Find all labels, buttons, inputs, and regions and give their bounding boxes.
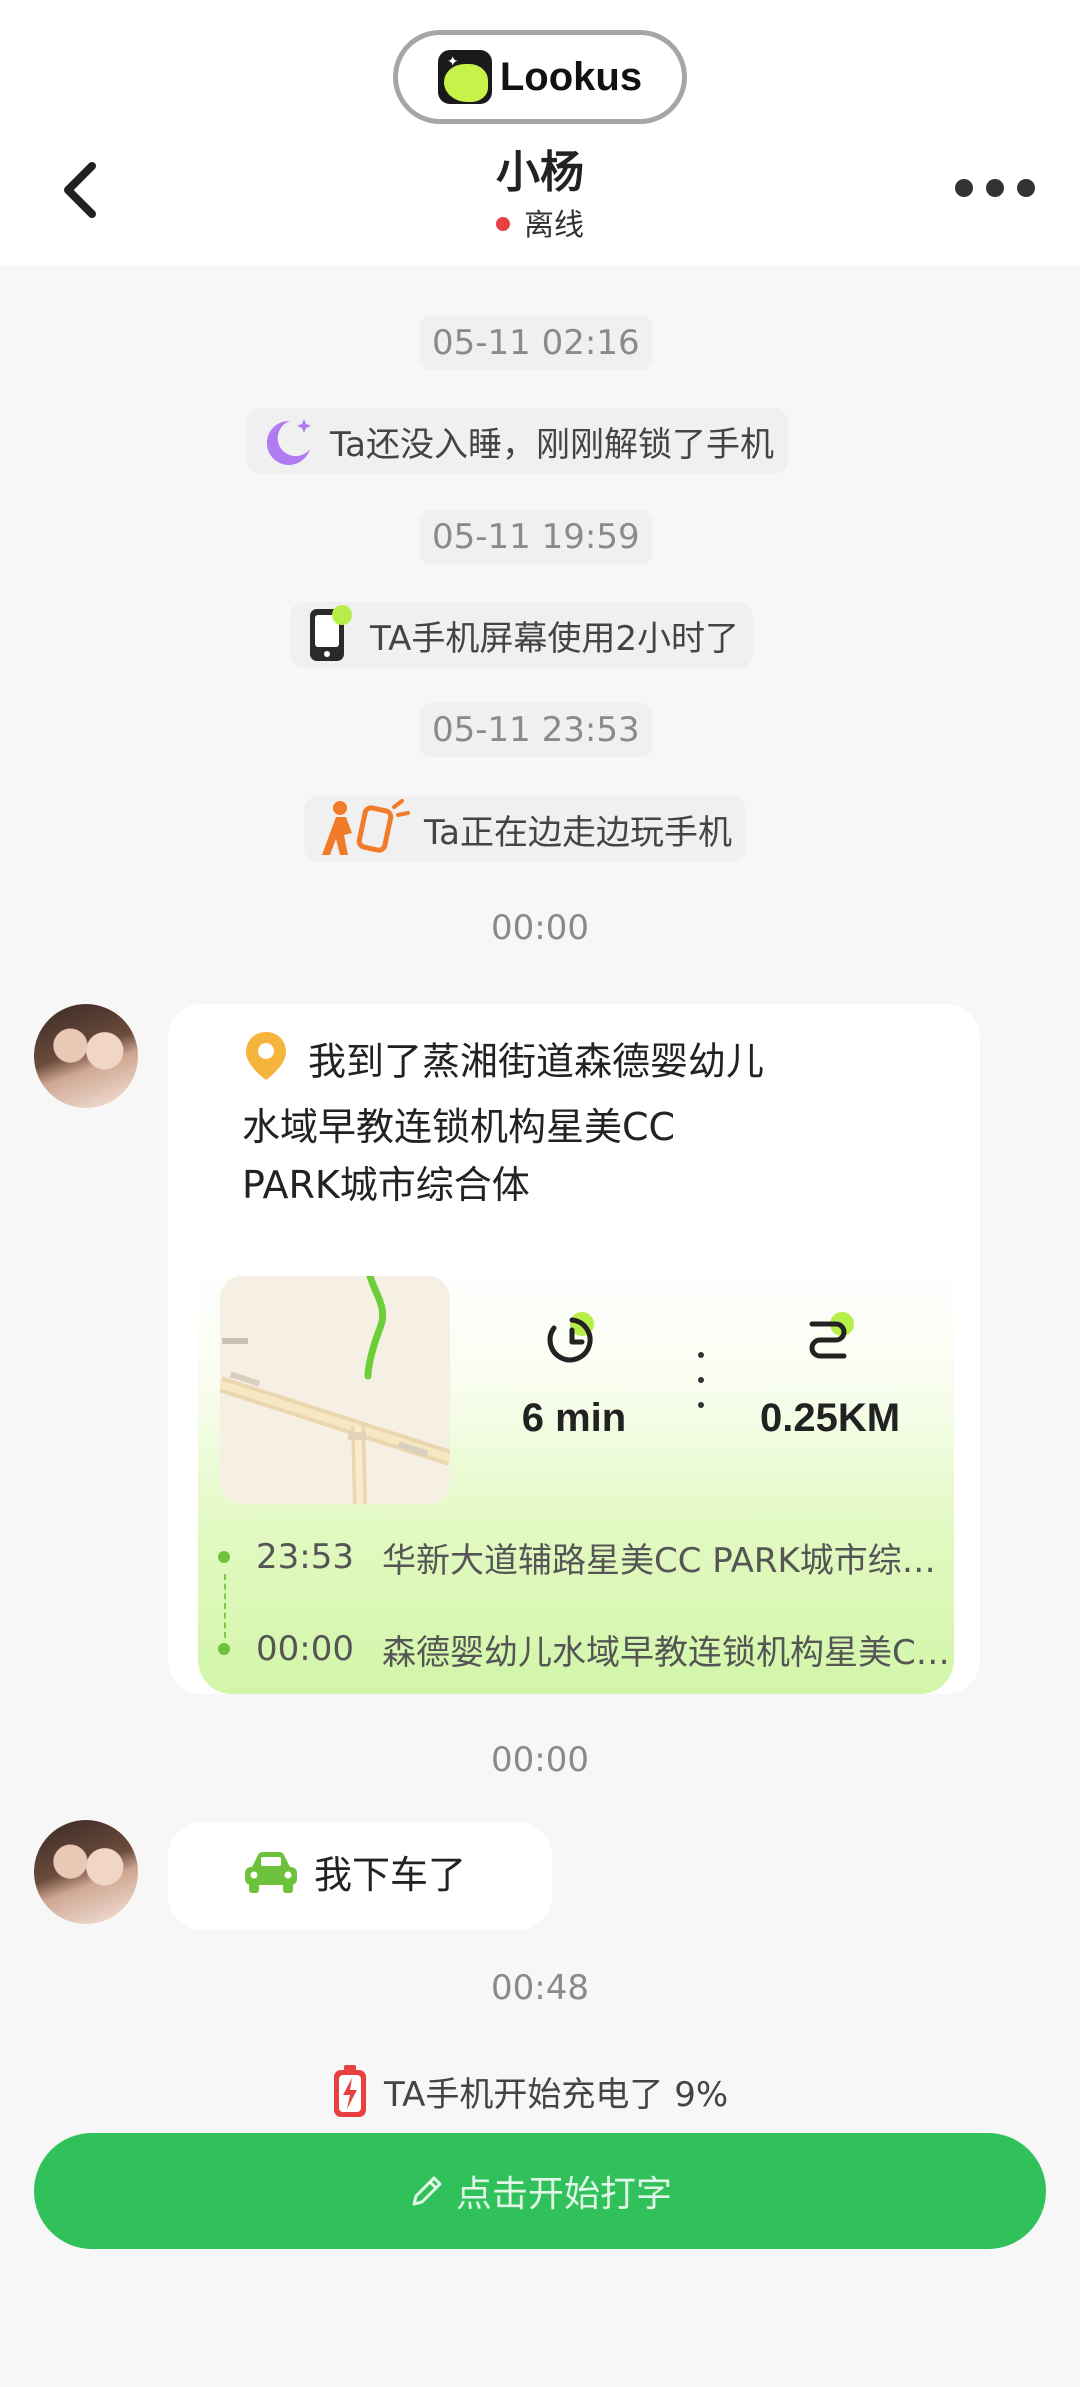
distance-value: 0.25KM — [759, 1396, 901, 1440]
pencil-icon — [412, 2176, 442, 2206]
event-chip-screen: TA手机屏幕使用2小时了 — [290, 602, 754, 668]
timestamp-chip: 05-11 23:53 — [420, 703, 652, 757]
event-text: Ta还没入睡，刚刚解锁了手机 — [330, 424, 774, 465]
event-chip-sleep: Ta还没入睡，刚刚解锁了手机 — [246, 408, 788, 474]
more-dot — [955, 179, 973, 197]
walking-phone-icon — [322, 799, 410, 855]
location-text-line: 我到了蒸湘街道森德婴幼儿 — [308, 1039, 765, 1084]
lookus-logo-icon: ✦ — [437, 50, 492, 104]
route-end-time: 00:00 — [256, 1629, 354, 1669]
event-chip-walking: Ta正在边走边玩手机 — [304, 796, 746, 862]
location-pin-icon — [246, 1032, 286, 1080]
route-end-dot-icon — [218, 1643, 230, 1655]
event-chip-charging: TA手机开始充电了 9% — [316, 2058, 742, 2124]
more-dot — [986, 179, 1004, 197]
stat-divider — [698, 1352, 704, 1408]
route-map-thumbnail[interactable] — [220, 1276, 450, 1504]
more-dot — [1017, 179, 1035, 197]
brand-name: Lookus — [499, 54, 643, 99]
offline-dot-icon — [496, 216, 510, 231]
event-text: TA手机屏幕使用2小时了 — [370, 618, 740, 659]
more-options-button[interactable] — [955, 170, 1035, 206]
battery-charging-icon — [334, 2065, 366, 2117]
event-text: TA手机开始充电了 9% — [384, 2074, 729, 2115]
route-end-place: 森德婴幼儿水域早教连锁机构星美CC PARK城市综合体 — [382, 1632, 958, 1673]
route-end-row: 00:00 森德婴幼儿水域早教连锁机构星美CC PARK城市综合体 — [218, 1624, 958, 1674]
location-text-line: 水域早教连锁机构星美CC — [242, 1105, 676, 1149]
car-message-content: 我下车了 — [242, 1844, 466, 1899]
event-text: Ta正在边走边玩手机 — [424, 812, 732, 853]
status-label: 离线 — [524, 208, 584, 243]
moon-icon — [266, 419, 311, 465]
route-start-time: 23:53 — [256, 1537, 354, 1577]
message-time: 00:00 — [491, 1740, 589, 1780]
car-icon — [245, 1851, 297, 1893]
brand-pill[interactable]: ✦ Lookus — [393, 30, 687, 124]
phone-screen-icon — [310, 605, 352, 661]
timestamp-chip: 05-11 02:16 — [420, 316, 652, 370]
location-text-line: PARK城市综合体 — [242, 1163, 530, 1207]
timestamp-chip: 05-11 19:59 — [420, 510, 652, 564]
location-message-text: 我到了蒸湘街道森德婴幼儿 水域早教连锁机构星美CC PARK城市综合体 — [242, 1030, 802, 1214]
start-typing-button[interactable]: 点击开始打字 — [34, 2133, 1046, 2249]
route-start-dot-icon — [218, 1551, 230, 1563]
avatar[interactable] — [34, 1820, 138, 1924]
duration-value: 6 min — [521, 1396, 627, 1440]
route-distance-icon — [809, 1312, 854, 1359]
car-message-text: 我下车了 — [314, 1853, 467, 1897]
chat-header: ✦ Lookus 小杨 离线 — [0, 0, 1080, 266]
clock-icon — [547, 1312, 594, 1363]
contact-name: 小杨 — [496, 147, 584, 198]
message-time: 00:48 — [491, 1968, 589, 2008]
route-start-row: 23:53 华新大道辅路星美CC PARK城市综合体 — [218, 1532, 958, 1582]
avatar[interactable] — [34, 1004, 138, 1108]
route-start-place: 华新大道辅路星美CC PARK城市综合体 — [382, 1540, 958, 1581]
start-typing-label: 点击开始打字 — [455, 2174, 672, 2215]
message-time: 00:00 — [491, 908, 589, 948]
contact-status: 离线 — [0, 200, 1080, 244]
